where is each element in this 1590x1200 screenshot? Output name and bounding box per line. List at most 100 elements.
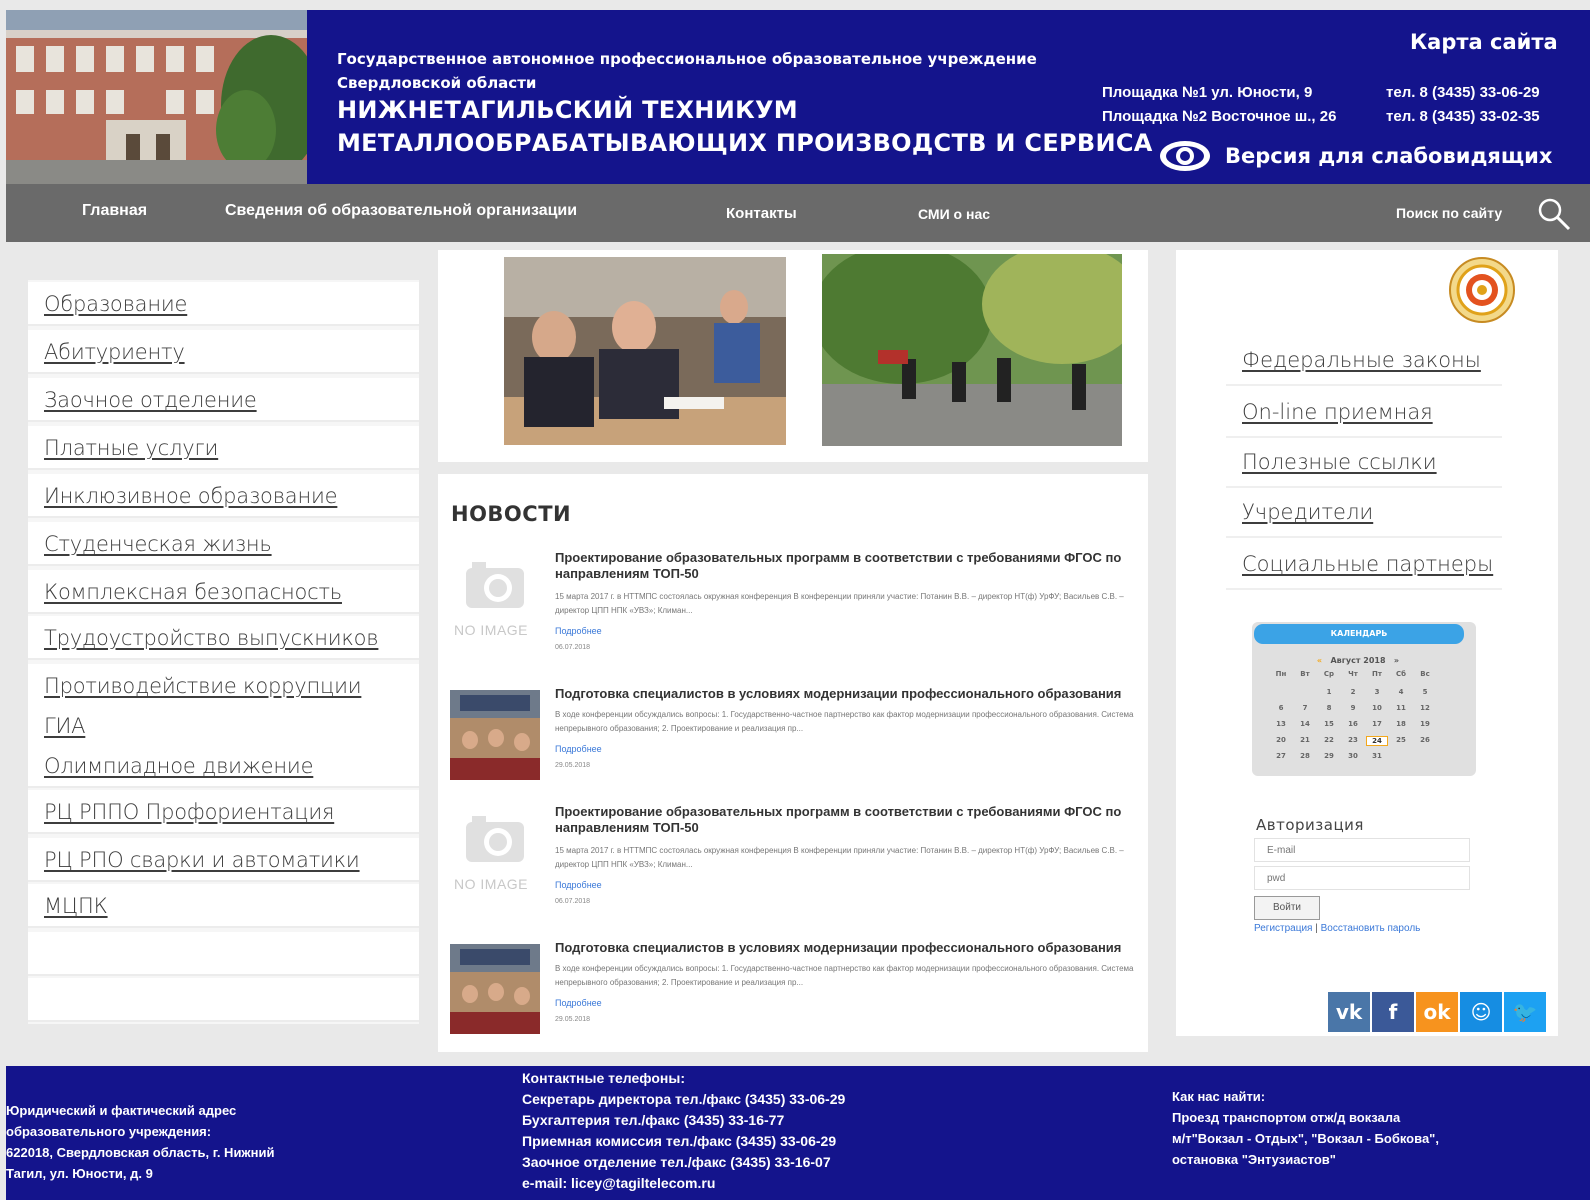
right-menu-item-online-reception[interactable]: On-line приемная [1226,388,1502,438]
left-menu-item-career-guidance[interactable]: РЦ РППО Профориентация [28,790,419,834]
left-menu-item-mcpk[interactable]: МЦПК [28,884,419,928]
news-item[interactable]: NO IMAGE Проектирование образовательных … [438,798,1148,926]
sitemap-link[interactable]: Карта сайта [1410,30,1558,54]
calendar-month: Август 2018 [1330,656,1386,665]
calendar-day[interactable]: 9 [1342,704,1364,712]
news-more-link[interactable]: Подробнее [555,998,602,1008]
calendar-day[interactable]: 11 [1390,704,1412,712]
facebook-icon[interactable]: f [1372,992,1414,1032]
calendar-day[interactable]: 17 [1366,720,1388,728]
left-menu-item-distance[interactable]: Заочное отделение [28,378,419,422]
login-button[interactable]: Войти [1254,896,1320,920]
calendar-day[interactable]: 21 [1294,736,1316,744]
news-title: НОВОСТИ [451,502,572,526]
low-vision-link[interactable]: Версия для слабовидящих [1159,138,1552,174]
news-more-link[interactable]: Подробнее [555,744,602,754]
calendar-day[interactable]: 7 [1294,704,1316,712]
calendar-prev-link[interactable]: « [1317,656,1322,665]
email-field[interactable] [1254,838,1470,862]
left-menu-label: Комплексная безопасность [44,580,342,604]
left-menu-item-anticorruption[interactable]: Противодействие коррупции [28,664,419,708]
left-menu-empty-row [28,978,419,1022]
right-menu-item-partners[interactable]: Социальные партнеры [1226,540,1502,590]
register-link[interactable]: Регистрация [1254,923,1312,934]
right-menu-item-federal-laws[interactable]: Федеральные законы [1226,336,1502,386]
students-running-photo[interactable] [822,254,1122,446]
left-menu-item-applicants[interactable]: Абитуриенту [28,330,419,374]
calendar-day[interactable]: 26 [1414,736,1436,744]
students-classroom-photo[interactable] [504,257,786,445]
news-headline[interactable]: Проектирование образовательных программ … [555,550,1145,582]
calendar-day[interactable]: 4 [1390,688,1412,696]
calendar-weekday: Вт [1300,670,1310,678]
calendar-day[interactable]: 23 [1342,736,1364,744]
news-item[interactable]: Подготовка специалистов в условиях модер… [438,680,1148,808]
calendar-day[interactable]: 18 [1390,720,1412,728]
vk-icon[interactable]: vk [1328,992,1370,1032]
left-menu-item-education[interactable]: Образование [28,282,419,326]
calendar-day[interactable]: 29 [1318,752,1340,760]
calendar-day[interactable]: 1 [1318,688,1340,696]
password-field[interactable] [1254,866,1470,890]
restore-password-link[interactable]: Восстановить пароль [1321,923,1421,934]
calendar-day[interactable]: 28 [1294,752,1316,760]
search-icon[interactable] [1536,196,1572,232]
calendar-day[interactable]: 20 [1270,736,1292,744]
footer-address-label2: образовательного учреждения: [6,1124,212,1139]
calendar-day[interactable]: 10 [1366,704,1388,712]
nav-item-home[interactable]: Главная [82,202,147,220]
calendar-day[interactable]: 30 [1342,752,1364,760]
left-menu-item-gia[interactable]: ГИА [28,704,419,748]
news-excerpt: 15 марта 2017 г. в НТТМПС состоялась окр… [555,846,1124,869]
calendar-today[interactable]: 24 [1366,736,1388,746]
left-menu-item-student-life[interactable]: Студенческая жизнь [28,522,419,566]
left-menu-item-security[interactable]: Комплексная безопасность [28,570,419,614]
site-header: Государственное автономное профессиональ… [6,10,1590,184]
left-menu-label: Трудоустройство выпускников [44,626,379,650]
conference-photo-thumb [450,690,540,780]
calendar-day[interactable]: 19 [1414,720,1436,728]
footer-directions: Как нас найти: Проезд транспортом отж/д … [1172,1086,1439,1170]
right-menu-item-useful-links[interactable]: Полезные ссылки [1226,438,1502,488]
calendar-day[interactable]: 3 [1366,688,1388,696]
auth-title: Авторизация [1256,816,1364,834]
calendar-day[interactable]: 15 [1318,720,1340,728]
calendar-day[interactable]: 16 [1342,720,1364,728]
left-menu-item-olympiad[interactable]: Олимпиадное движение [28,744,419,788]
calendar-day[interactable]: 14 [1294,720,1316,728]
calendar-day[interactable]: 6 [1270,704,1292,712]
calendar-day[interactable]: 31 [1366,752,1388,760]
left-menu-item-welding[interactable]: РЦ РПО сварки и автоматики [28,838,419,882]
calendar-day[interactable]: 5 [1414,688,1436,696]
twitter-icon[interactable]: 🐦 [1504,992,1546,1032]
calendar-header: КАЛЕНДАРЬ [1254,624,1464,644]
calendar-day[interactable]: 25 [1390,736,1412,744]
calendar-day[interactable]: 27 [1270,752,1292,760]
news-more-link[interactable]: Подробнее [555,880,602,890]
left-menu-label: МЦПК [44,894,108,918]
news-headline[interactable]: Подготовка специалистов в условиях модер… [555,940,1145,956]
left-menu-item-employment[interactable]: Трудоустройство выпускников [28,616,419,660]
left-menu-item-paid-services[interactable]: Платные услуги [28,426,419,470]
calendar-day[interactable]: 2 [1342,688,1364,696]
nav-item-media[interactable]: СМИ о нас [918,206,990,222]
calendar-day[interactable]: 12 [1414,704,1436,712]
right-menu-item-founders[interactable]: Учредители [1226,488,1502,538]
left-menu-item-inclusive[interactable]: Инклюзивное образование [28,474,419,518]
calendar-day[interactable]: 8 [1318,704,1340,712]
news-headline[interactable]: Проектирование образовательных программ … [555,804,1145,836]
footer-email[interactable]: e-mail: licey@tagiltelecom.ru [522,1173,845,1194]
nav-item-about-org[interactable]: Сведения об образовательной организации [225,202,577,220]
odnoklassniki-icon[interactable]: ok [1416,992,1458,1032]
calendar-day[interactable]: 13 [1270,720,1292,728]
footer-address-line2: Тагил, ул. Юности, д. 9 [6,1166,153,1181]
mailru-icon[interactable]: ☺ [1460,992,1502,1032]
news-headline[interactable]: Подготовка специалистов в условиях модер… [555,686,1145,702]
calendar-next-link[interactable]: » [1394,656,1399,665]
search-label[interactable]: Поиск по сайту [1396,205,1502,221]
news-item[interactable]: Подготовка специалистов в условиях модер… [438,934,1148,1062]
nav-item-contacts[interactable]: Контакты [726,205,797,222]
news-item[interactable]: NO IMAGE Проектирование образовательных … [438,544,1148,672]
calendar-day[interactable]: 22 [1318,736,1340,744]
news-more-link[interactable]: Подробнее [555,626,602,636]
